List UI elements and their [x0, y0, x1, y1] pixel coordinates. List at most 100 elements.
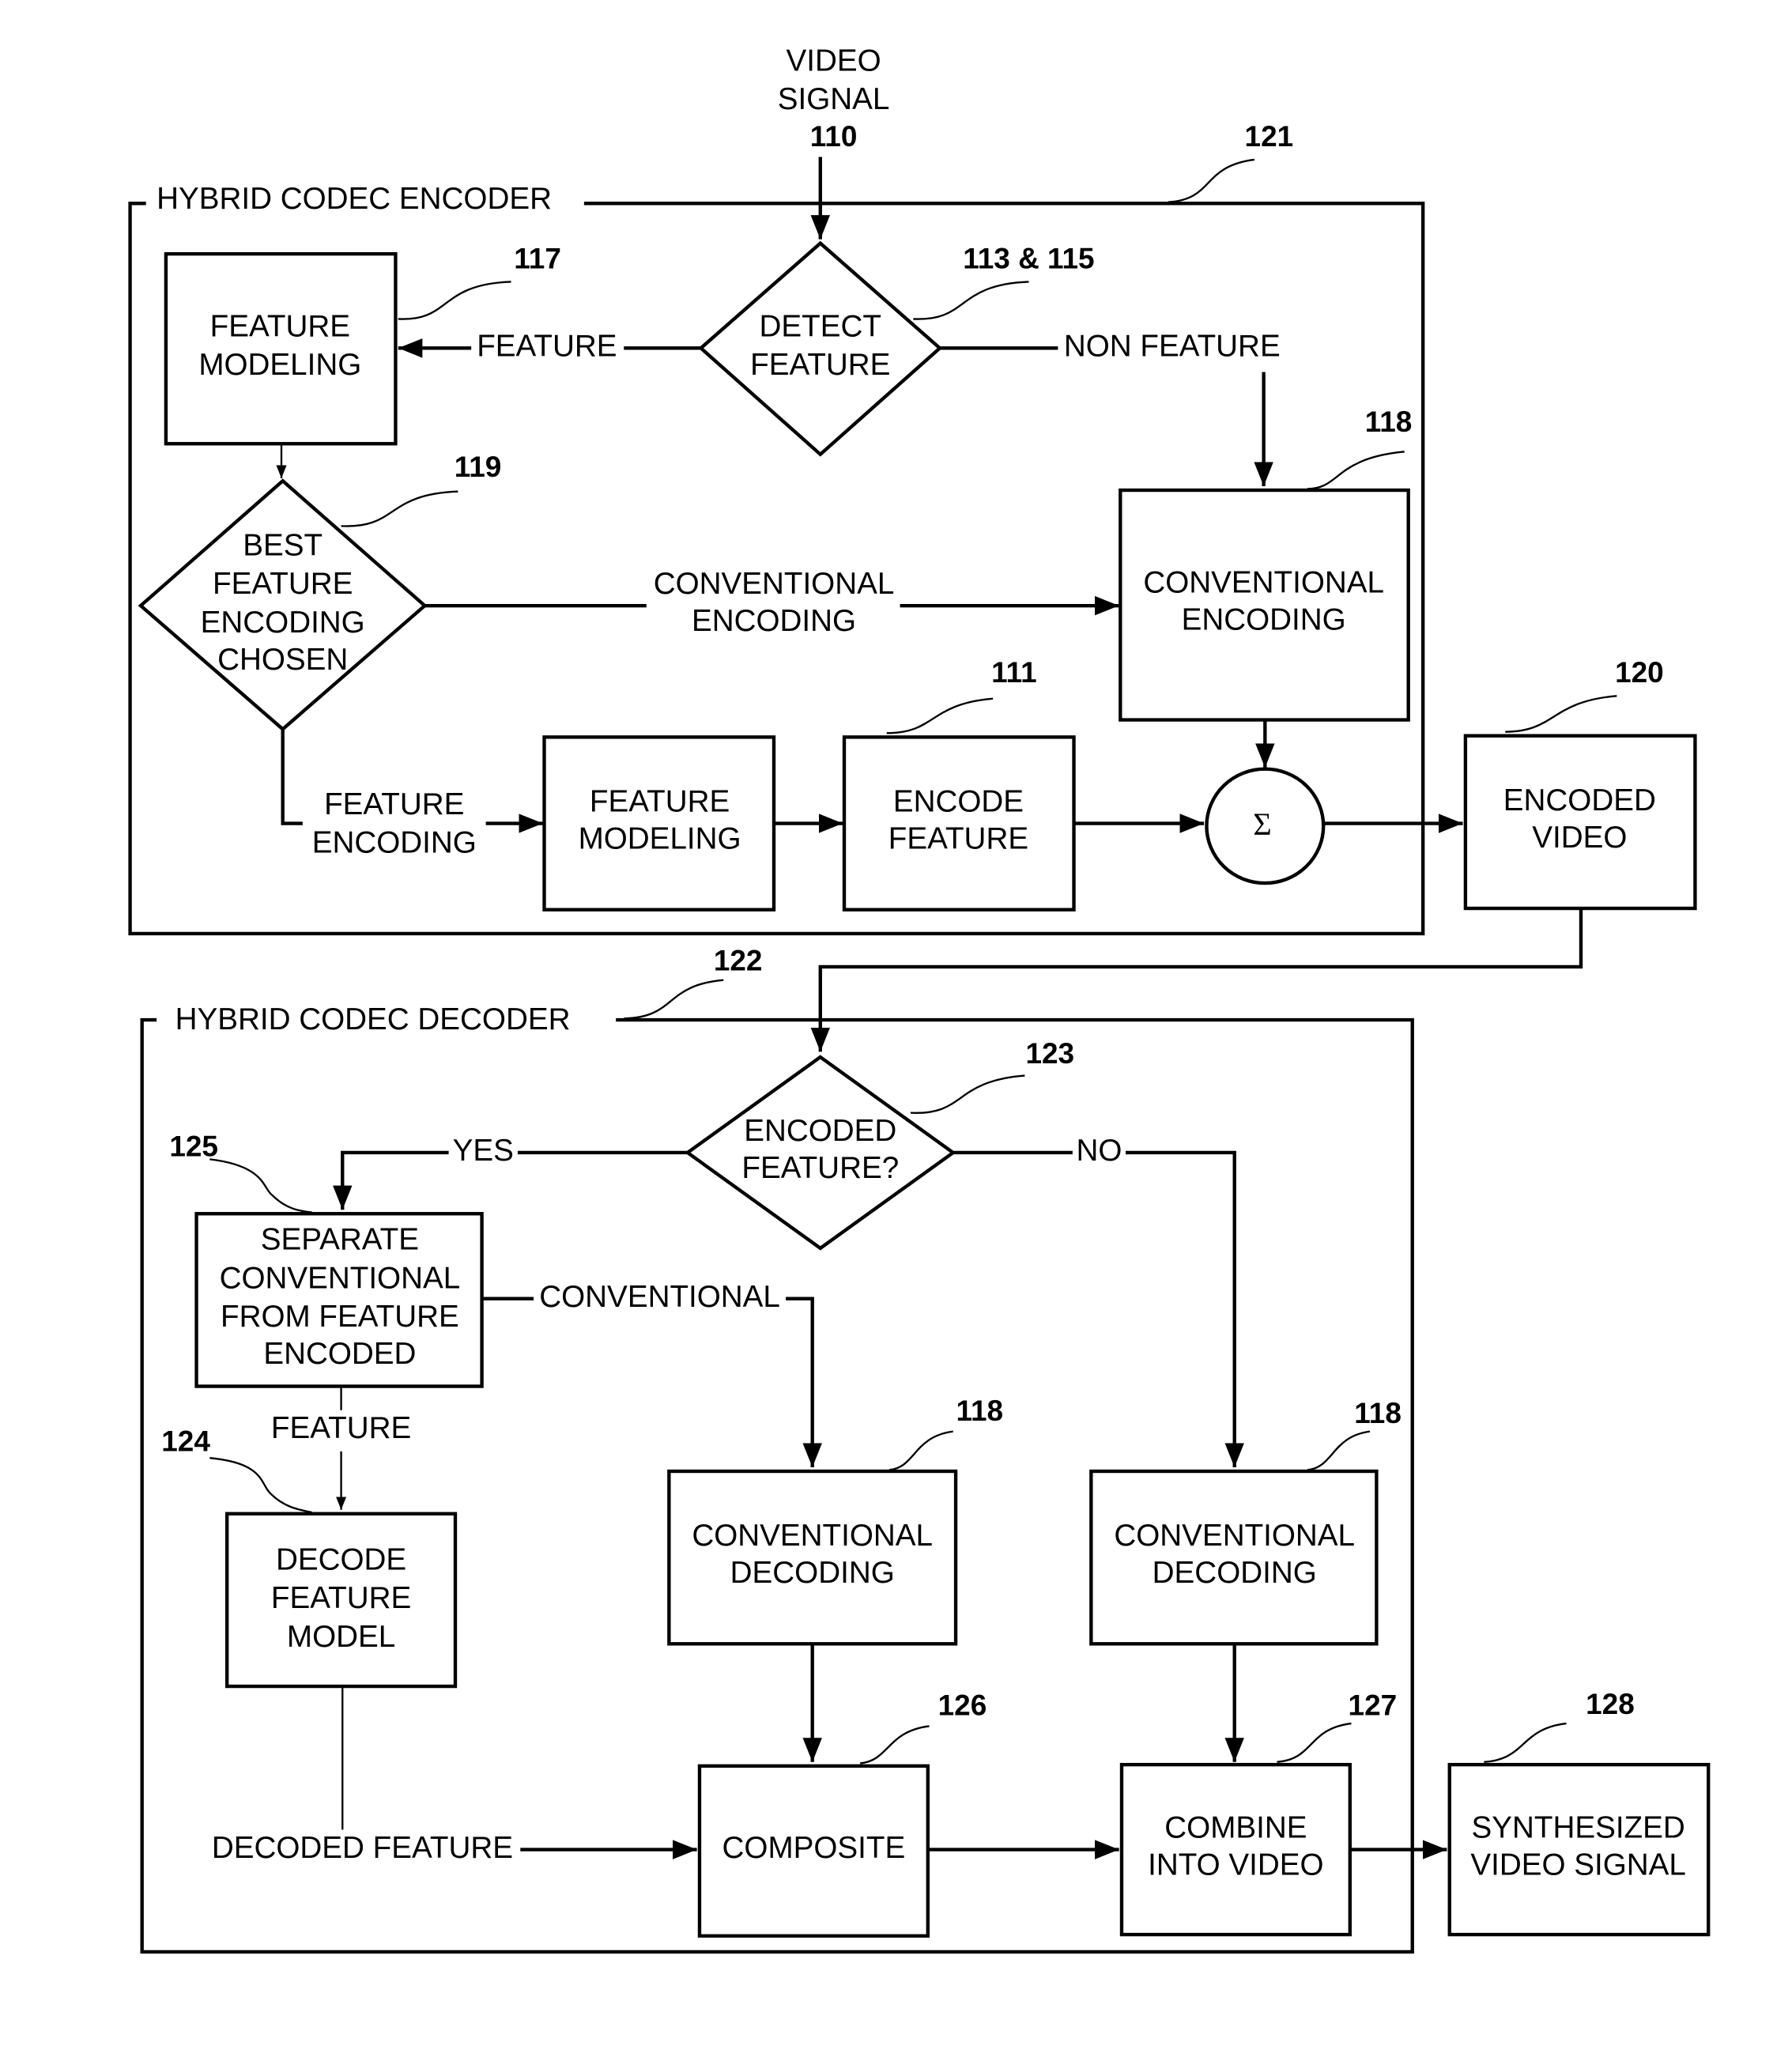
best-feature-line3: ENCODING: [201, 606, 365, 640]
arrow-no-to-conv-decoding-b: [1126, 1150, 1244, 1467]
separate-line2: CONVENTIONAL: [220, 1261, 461, 1295]
encoder-title: HYBRID CODEC ENCODER: [157, 182, 552, 216]
composite-node-126: COMPOSITE: [697, 1764, 930, 1938]
ref-119: 119: [455, 451, 502, 483]
ref-127-leader: [1277, 1722, 1352, 1763]
arrow-yes-to-separate: [333, 1150, 449, 1210]
encoded-feature-decision-123: ENCODED FEATURE?: [685, 1055, 956, 1251]
edge-label-feature-encoding-1: FEATURE: [324, 787, 464, 821]
best-feature-line2: FEATURE: [213, 567, 353, 601]
ref-119-leader: [341, 490, 458, 527]
ref-111-leader: [886, 697, 994, 734]
combine-node-127: COMBINE INTO VIDEO: [1119, 1762, 1352, 1937]
ref-123: 123: [1025, 1037, 1074, 1070]
edge-best-feature-encoding: [281, 729, 303, 825]
edge-label-no: NO: [1076, 1134, 1122, 1168]
ref-120-leader: [1505, 695, 1617, 733]
ref-117: 117: [514, 242, 561, 274]
separate-line3: FROM FEATURE: [221, 1300, 459, 1334]
ref-126-leader: [860, 1725, 930, 1765]
feature-modeling-117-line1: FEATURE: [210, 309, 350, 343]
input-label-line1: VIDEO: [786, 44, 881, 78]
detect-feature-line2: FEATURE: [750, 348, 890, 382]
ref-118-encoder: 118: [1365, 406, 1413, 438]
conventional-encoding-node-118: CONVENTIONAL ENCODING: [1119, 488, 1410, 722]
ref-127: 127: [1349, 1689, 1398, 1722]
encoded-feature-line1: ENCODED: [744, 1114, 896, 1148]
conventional-decoding-node-b: CONVENTIONAL DECODING: [1089, 1469, 1379, 1646]
hybrid-codec-flowchart: VIDEO SIGNAL 110 HYBRID CODEC ENCODER 12…: [128, 44, 1711, 1954]
ref-118-decoder-a: 118: [956, 1395, 1003, 1427]
best-feature-line1: BEST: [243, 528, 323, 562]
synthesized-line1: SYNTHESIZED: [1471, 1811, 1684, 1845]
ref-125-leader: [209, 1158, 312, 1214]
edge-label-conventional-encoding-2: ENCODING: [692, 604, 856, 638]
edge-label-non-feature: NON FEATURE: [1064, 330, 1281, 364]
conventional-encoding-line1: CONVENTIONAL: [1143, 565, 1384, 599]
edge-label-feature: FEATURE: [477, 330, 617, 364]
decode-feature-model-node-124: DECODE FEATURE MODEL: [224, 1512, 458, 1689]
ref-125: 125: [169, 1131, 218, 1163]
sigma-icon: Σ: [1253, 806, 1271, 842]
separate-node-125: SEPARATE CONVENTIONAL FROM FEATURE ENCOD…: [194, 1212, 484, 1388]
encoded-video-line1: ENCODED: [1503, 783, 1656, 817]
feature-modeling-117-line2: MODELING: [198, 348, 361, 382]
ref-110: 110: [810, 120, 858, 153]
sum-node: Σ: [1205, 767, 1326, 885]
synthesized-video-node-128: SYNTHESIZED VIDEO SIGNAL: [1447, 1762, 1711, 1937]
feature-modeling-bottom-line2: MODELING: [579, 822, 741, 856]
feature-modeling-node-bottom: FEATURE MODELING: [542, 735, 776, 912]
encoded-feature-line2: FEATURE?: [741, 1151, 899, 1185]
ref-113-leader: [913, 281, 1029, 320]
conventional-encoding-line2: ENCODING: [1182, 602, 1346, 636]
separate-line4: ENCODED: [263, 1337, 416, 1371]
conventional-decoding-node-a: CONVENTIONAL DECODING: [667, 1469, 958, 1646]
ref-126: 126: [938, 1689, 987, 1722]
ref-121: 121: [1245, 120, 1294, 153]
encoded-video-node-120: ENCODED VIDEO: [1463, 734, 1697, 911]
conv-decoding-a-line2: DECODING: [730, 1556, 895, 1590]
separate-line1: SEPARATE: [261, 1223, 419, 1257]
encoded-video-line2: VIDEO: [1532, 821, 1627, 855]
synthesized-line2: VIDEO SIGNAL: [1470, 1848, 1685, 1882]
decode-feature-model-line2: FEATURE: [271, 1581, 411, 1615]
detect-feature-node: DETECT FEATURE: [698, 240, 943, 457]
conv-decoding-b-line2: DECODING: [1153, 1556, 1317, 1590]
encode-feature-line2: FEATURE: [888, 822, 1028, 856]
decoder-title: HYBRID CODEC DECODER: [175, 1002, 571, 1036]
composite-label: COMPOSITE: [722, 1831, 906, 1865]
edge-label-conventional-encoding-1: CONVENTIONAL: [654, 567, 895, 601]
ref-124-leader: [209, 1457, 312, 1514]
edge-label-decoded-feature: DECODED FEATURE: [212, 1831, 513, 1865]
edge-label-feature-decoder: FEATURE: [271, 1411, 411, 1445]
ref-124: 124: [161, 1425, 210, 1458]
best-feature-line4: CHOSEN: [217, 643, 348, 677]
ref-128-leader: [1484, 1722, 1567, 1763]
feature-modeling-node-117: FEATURE MODELING: [164, 251, 398, 446]
ref-120: 120: [1615, 656, 1664, 689]
detect-feature-line1: DETECT: [760, 309, 881, 343]
conv-decoding-a-line1: CONVENTIONAL: [692, 1519, 933, 1553]
conv-decoding-b-line1: CONVENTIONAL: [1114, 1519, 1355, 1553]
ref-128: 128: [1586, 1688, 1635, 1720]
feature-modeling-bottom-line1: FEATURE: [590, 785, 730, 819]
ref-118-dec-b-leader: [1307, 1430, 1371, 1471]
edge-label-conventional: CONVENTIONAL: [539, 1280, 780, 1314]
combine-line2: INTO VIDEO: [1148, 1848, 1323, 1882]
decode-feature-model-line3: MODEL: [287, 1620, 395, 1654]
encode-feature-node-111: ENCODE FEATURE: [842, 735, 1076, 912]
ref-113-115: 113 & 115: [963, 242, 1094, 274]
ref-118-enc-leader: [1307, 451, 1405, 490]
arrow-to-conv-decoding-a: [786, 1297, 822, 1467]
edge-label-yes: YES: [453, 1134, 514, 1168]
ref-117-leader: [398, 281, 511, 320]
decode-feature-model-line1: DECODE: [276, 1542, 406, 1576]
edge-label-feature-encoding-2: ENCODING: [312, 826, 477, 860]
input-label-line2: SIGNAL: [778, 82, 890, 116]
ref-111: 111: [991, 656, 1037, 689]
ref-118-dec-a-leader: [888, 1430, 953, 1471]
encode-feature-line1: ENCODE: [893, 785, 1024, 819]
ref-123-leader: [910, 1074, 1025, 1114]
ref-122-leader: [624, 979, 724, 1020]
combine-line1: COMBINE: [1164, 1811, 1307, 1845]
